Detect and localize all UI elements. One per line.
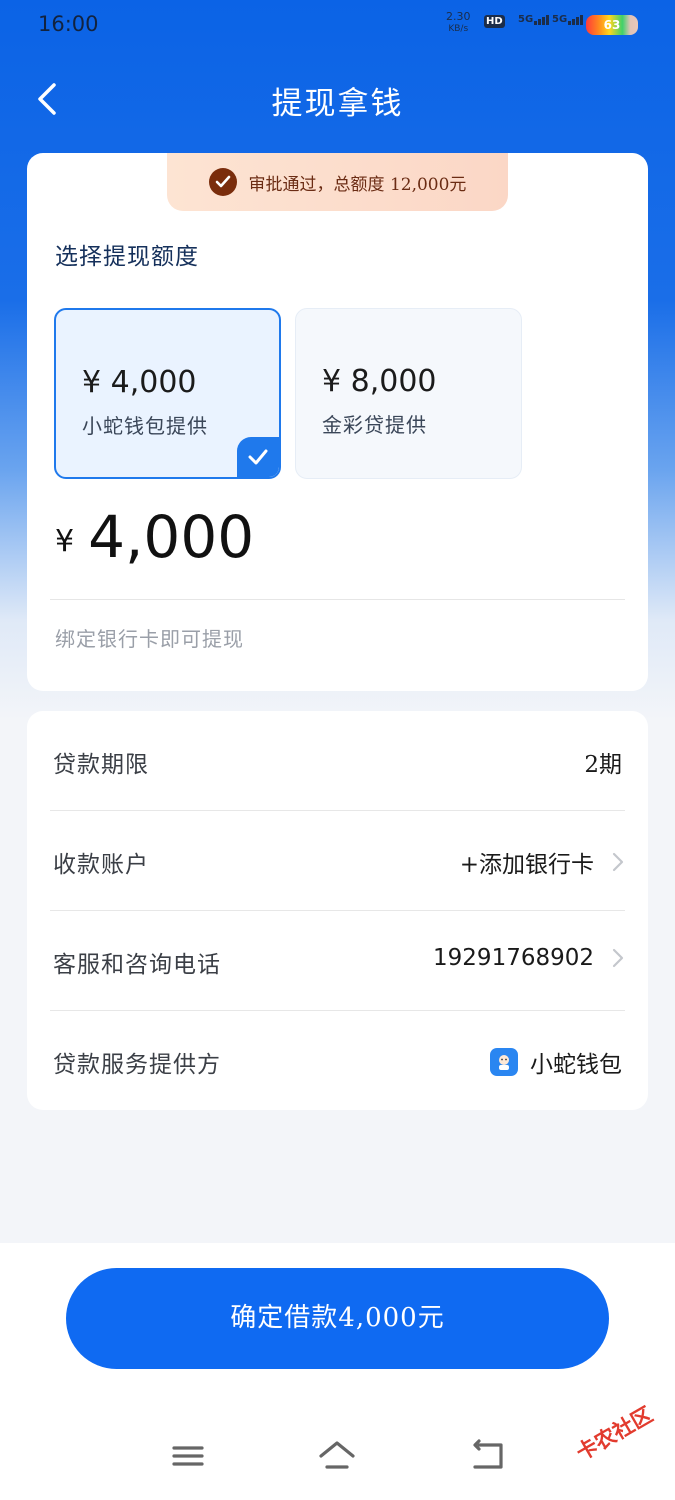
signal-icon-sim2: 5G	[552, 14, 584, 25]
status-bar: 16:00 2.30 KB/s HD 5G 5G 63	[0, 0, 675, 52]
provider-name: 小蛇钱包	[530, 1052, 622, 1078]
network-speed: 2.30 KB/s	[446, 10, 471, 36]
loan-term-value: 2期	[584, 752, 622, 778]
bind-card-hint: 绑定银行卡即可提现	[55, 627, 244, 651]
row-value: 小蛇钱包	[490, 1045, 622, 1079]
bottom-action-bar: 确定借款4,000元	[0, 1243, 675, 1500]
currency-symbol: ¥	[55, 524, 75, 559]
battery-level: 63	[603, 18, 621, 32]
selected-amount-value: 4,000	[88, 503, 255, 571]
confirm-loan-button[interactable]: 确定借款4,000元	[66, 1268, 609, 1369]
option-provider: 小蛇钱包提供	[82, 414, 208, 438]
loan-provider-row: 贷款服务提供方 小蛇钱包	[27, 1011, 648, 1111]
check-circle-icon	[208, 168, 237, 196]
loan-details-card: 贷款期限 2期 收款账户 +添加银行卡 客服和咨询电话 19291768902 …	[27, 711, 648, 1110]
amount-option-8000[interactable]: ¥ 8,000 金彩贷提供	[295, 308, 522, 479]
loan-term-row: 贷款期限 2期	[27, 711, 648, 811]
withdraw-card: 审批通过，总额度 12,000元 选择提现额度 ¥ 4,000 小蛇钱包提供 ¥…	[27, 153, 648, 691]
chevron-right-icon	[612, 852, 624, 872]
option-amount: ¥ 4,000	[82, 365, 197, 400]
row-label: 收款账户	[53, 852, 149, 878]
nav-home-button[interactable]	[317, 1439, 357, 1473]
nav-menu-button[interactable]	[168, 1439, 208, 1473]
page-title: 提现拿钱	[271, 86, 404, 122]
approval-banner: 审批通过，总额度 12,000元	[167, 153, 508, 211]
page-header: 提现拿钱	[0, 62, 675, 134]
add-bank-card-link[interactable]: +添加银行卡	[460, 845, 594, 879]
receiving-account-row[interactable]: 收款账户 +添加银行卡	[27, 811, 648, 911]
row-label: 客服和咨询电话	[53, 952, 221, 978]
battery-icon: 63	[586, 15, 638, 35]
home-icon	[319, 1441, 355, 1469]
option-provider: 金彩贷提供	[322, 413, 427, 437]
amount-option-4000[interactable]: ¥ 4,000 小蛇钱包提供	[54, 308, 281, 479]
select-amount-label: 选择提现额度	[55, 244, 199, 270]
menu-icon	[172, 1446, 204, 1466]
network-speed-unit: KB/s	[448, 24, 469, 34]
row-label: 贷款期限	[53, 752, 149, 778]
row-value: +添加银行卡	[460, 845, 624, 879]
status-time: 16:00	[38, 12, 99, 36]
nav-back-button[interactable]	[467, 1439, 507, 1473]
customer-service-row[interactable]: 客服和咨询电话 19291768902	[27, 911, 648, 1011]
row-value: 2期	[584, 745, 622, 779]
sim2-label: 5G	[552, 14, 568, 25]
chevron-right-icon	[612, 948, 624, 968]
approval-text: 审批通过，总额度 12,000元	[248, 174, 467, 195]
signal-icon-sim1: 5G	[518, 14, 550, 25]
sim1-label: 5G	[518, 14, 534, 25]
selected-check-icon	[237, 437, 279, 477]
option-amount: ¥ 8,000	[322, 364, 437, 399]
back-nav-icon	[473, 1439, 503, 1469]
row-value: 19291768902	[433, 945, 624, 971]
wallet-app-icon	[490, 1048, 518, 1076]
hd-icon: HD	[484, 15, 505, 28]
network-speed-value: 2.30	[446, 10, 471, 23]
service-phone-number[interactable]: 19291768902	[433, 945, 594, 971]
divider	[50, 599, 625, 600]
selected-amount: ¥4,000	[55, 503, 254, 571]
row-label: 贷款服务提供方	[53, 1052, 221, 1078]
